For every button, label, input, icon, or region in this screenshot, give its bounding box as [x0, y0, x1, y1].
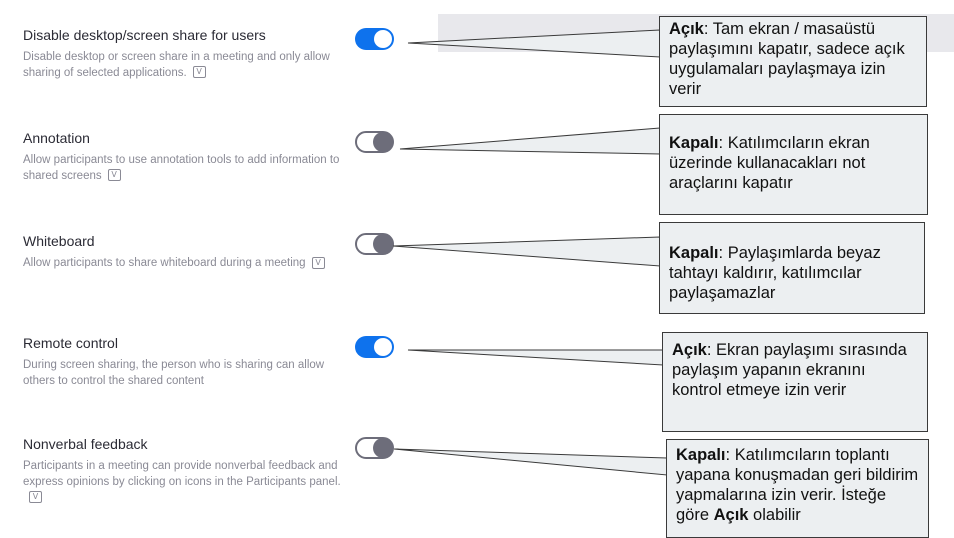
- note-text: : Ekran paylaşımı sırasında paylaşım yap…: [672, 341, 907, 399]
- note-suffix: olabilir: [748, 506, 801, 524]
- note-state: Açık: [672, 341, 707, 359]
- note-text: : Tam ekran / masaüstü paylaşımını kapat…: [669, 20, 905, 98]
- callout-pointer: [392, 236, 661, 267]
- callout-note: Kapalı: Paylaşımlarda beyaz tahtayı kald…: [659, 222, 925, 314]
- note-state: Kapalı: [669, 134, 719, 152]
- callout-pointer: [407, 349, 664, 366]
- callout-note: Açık: Ekran paylaşımı sırasında paylaşım…: [662, 332, 928, 432]
- callout-note: Kapalı: Katılımcıların ekran üzerinde ku…: [659, 114, 928, 215]
- callout-pointer: [399, 127, 661, 155]
- callout-note: Açık: Tam ekran / masaüstü paylaşımını k…: [659, 16, 927, 107]
- note-emphasis: Açık: [713, 506, 749, 524]
- note-state: Kapalı: [669, 244, 719, 262]
- note-state: Kapalı: [676, 446, 726, 464]
- callout-pointer: [407, 29, 661, 58]
- note-state: Açık: [669, 20, 704, 38]
- callout-note: Kapalı: Katılımcıların toplantı yapana k…: [666, 439, 929, 538]
- callout-pointer: [393, 448, 668, 476]
